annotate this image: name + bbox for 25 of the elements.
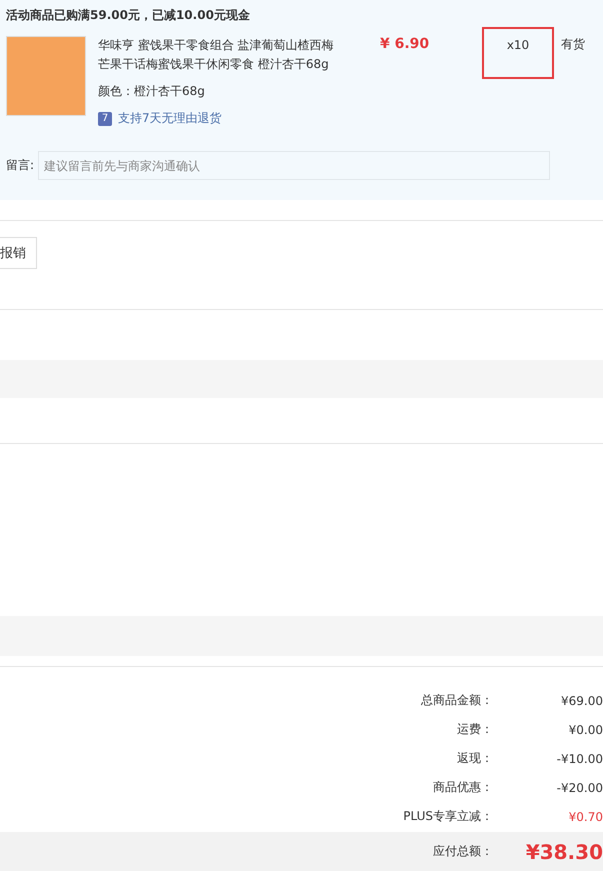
return-badge-icon: 7 bbox=[98, 112, 112, 126]
total-label: 返现： bbox=[457, 750, 493, 767]
color-label: 颜色： bbox=[98, 84, 134, 98]
note-label: 留言: bbox=[6, 157, 36, 174]
total-label: 运费： bbox=[457, 721, 493, 738]
color-value: 橙汁杏干68g bbox=[134, 84, 205, 98]
total-label: 商品优惠： bbox=[433, 779, 493, 796]
photo-placeholder[interactable] bbox=[6, 36, 86, 116]
product-title[interactable]: 华味亨 蜜饯果干零食组合 盐津葡萄山楂西梅芒果干话梅蜜饯果干休闲零食 橙汁杏干68g bbox=[98, 36, 340, 74]
promo-notice: 活动商品已购满59.00元，已减10.00元现金 bbox=[6, 7, 251, 24]
total-label: 总商品金额： bbox=[421, 692, 493, 709]
note-input[interactable]: 建议留言前先与商家沟通确认 bbox=[38, 151, 550, 180]
total-value: ¥0.00 bbox=[568, 722, 603, 736]
total-value: -¥10.00 bbox=[556, 752, 603, 766]
total-value: ¥0.70 bbox=[568, 810, 603, 824]
reimburse-button[interactable]: 报销 bbox=[0, 237, 37, 269]
return-policy: 支持7天无理由退货 bbox=[118, 110, 222, 127]
payable-label: 应付总额： bbox=[433, 843, 493, 860]
product-quantity: x10 bbox=[482, 27, 554, 79]
product-price: ¥ 6.90 bbox=[380, 36, 430, 54]
payable-amount: ¥38.30 bbox=[524, 840, 603, 864]
total-value: ¥69.00 bbox=[560, 694, 603, 708]
stock-status: 有货 bbox=[561, 36, 585, 53]
total-value: -¥20.00 bbox=[556, 780, 603, 794]
total-label: PLUS专享立减： bbox=[403, 808, 493, 825]
